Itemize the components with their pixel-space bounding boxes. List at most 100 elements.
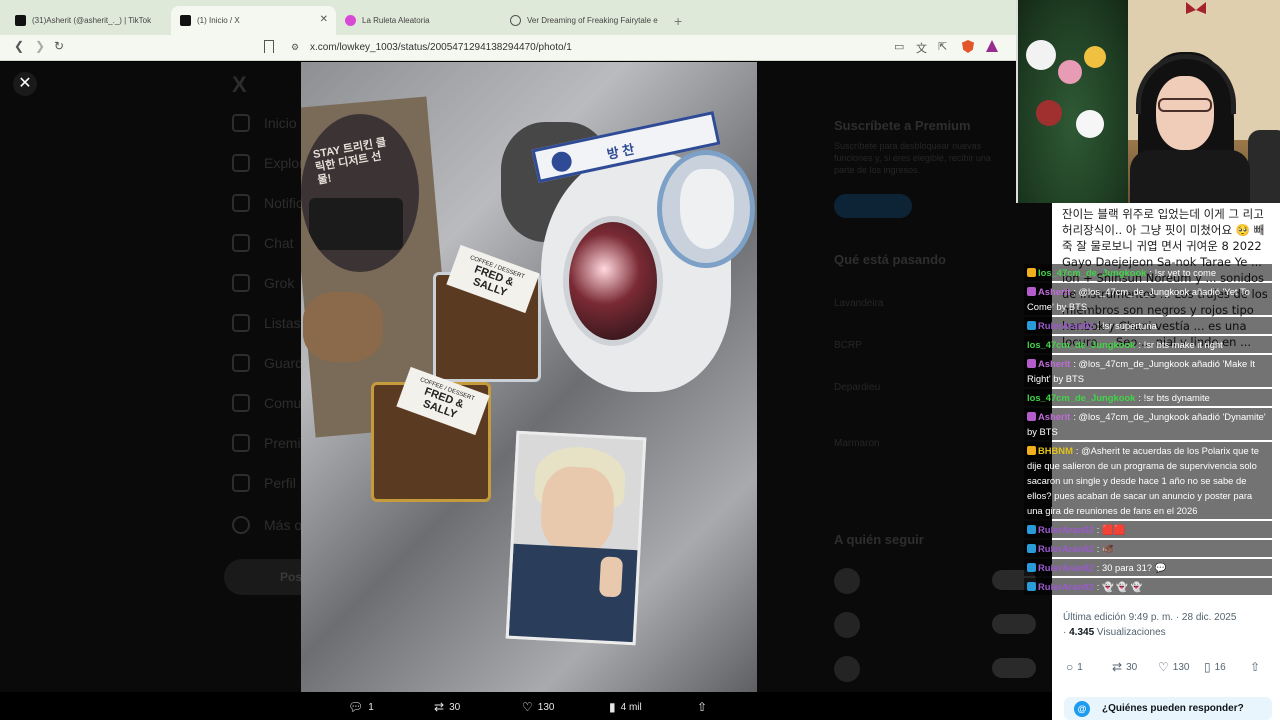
- address-bar[interactable]: x.com/lowkey_1003/status/200547129413829…: [310, 42, 572, 53]
- chat-user[interactable]: los_47cm_de_Jungkook: [1038, 267, 1146, 278]
- sidebar-item-label: Inicio: [264, 115, 297, 131]
- tweet-repost-button[interactable]: ⇄ 30: [1112, 660, 1137, 674]
- tab-dreaming[interactable]: Ver Dreaming of Freaking Fairytale e: [501, 6, 666, 35]
- badge-icon: [1027, 525, 1036, 534]
- avatar[interactable]: [834, 656, 860, 682]
- chat-user[interactable]: Asherit: [1038, 411, 1070, 422]
- sidebar-item-chat[interactable]: Chat: [232, 234, 294, 252]
- close-tab-icon[interactable]: ✕: [320, 14, 328, 25]
- badge-icon: [1027, 446, 1036, 455]
- reply-permission-banner[interactable]: @ ¿Quiénes pueden responder?: [1064, 697, 1272, 720]
- trending-title: Qué está pasando: [834, 252, 946, 267]
- sidebar-item-grok[interactable]: Grok: [232, 274, 294, 292]
- chat-user[interactable]: BHBNM: [1038, 445, 1073, 456]
- at-icon: @: [1074, 701, 1090, 717]
- bunny-icon: [680, 169, 734, 249]
- chat-text: : 🐗: [1096, 543, 1114, 554]
- mail-icon: [232, 234, 250, 252]
- tab-x-home[interactable]: (1) Inicio / X ✕: [171, 6, 336, 35]
- repost-button[interactable]: ⇄ 30: [434, 700, 460, 714]
- screen: (31)Asherit (@asherit_._) | TikTok (1) I…: [0, 0, 1280, 720]
- chat-text: : !sr bts make it right: [1138, 339, 1223, 350]
- chat-user[interactable]: los_47cm_de_Jungkook: [1027, 392, 1135, 403]
- nametag-text: 방 찬: [605, 141, 636, 162]
- brave-shield-icon[interactable]: [962, 40, 974, 53]
- chat-spacer: [1024, 206, 1272, 264]
- forward-icon[interactable]: ❯: [35, 39, 45, 53]
- share-icon: ⇧: [1250, 660, 1261, 674]
- chat-message: los_47cm_de_Jungkook: !sr bts make it ri…: [1024, 336, 1272, 353]
- site-info-icon[interactable]: ⚙: [291, 42, 299, 53]
- views-button[interactable]: ▮ 4 mil: [609, 700, 642, 714]
- trend-item[interactable]: Marmaron: [834, 438, 1004, 450]
- webcam-plush: [1084, 46, 1106, 68]
- tweet-share-button[interactable]: ⇧: [1250, 660, 1264, 674]
- trend-item[interactable]: Depardieu: [834, 382, 1004, 394]
- chat-user[interactable]: Asherit: [1038, 286, 1070, 297]
- chat-message: RulerAran02: 30 para 31? 💬: [1024, 559, 1272, 576]
- views-count: 4 mil: [620, 701, 642, 713]
- reload-icon[interactable]: ↻: [54, 39, 64, 53]
- chat-user[interactable]: los_47cm_de_Jungkook: [1027, 339, 1135, 350]
- avatar[interactable]: [834, 568, 860, 594]
- tweet-views-count: 4.345: [1069, 627, 1095, 638]
- chat-text: : 👻 👻 👻: [1096, 581, 1143, 592]
- bookmark-icon[interactable]: [264, 40, 274, 53]
- photo-bunny-patch: [657, 150, 755, 268]
- chat-text: : !sr bts dynamite: [1138, 392, 1210, 403]
- trend-item[interactable]: Lavandeira: [834, 298, 1004, 310]
- sidebar-item-inicio[interactable]: Inicio: [232, 114, 297, 132]
- premium-subscribe-button[interactable]: [834, 194, 912, 218]
- translate-icon[interactable]: 文: [916, 40, 927, 56]
- chat-user[interactable]: RulerAran02: [1038, 320, 1094, 331]
- webcam-plush: [1036, 100, 1062, 126]
- tweet-like-button[interactable]: ♡ 130: [1158, 660, 1189, 674]
- wheel-icon: [345, 15, 356, 26]
- tweet-reply-button[interactable]: ○ 1: [1066, 660, 1083, 674]
- tweet-bookmark-button[interactable]: ▯ 16: [1204, 660, 1226, 674]
- webcam-christmas-tree: [1018, 0, 1128, 203]
- repost-count: 30: [449, 701, 461, 713]
- tab-tiktok[interactable]: (31)Asherit (@asherit_._) | TikTok: [6, 6, 171, 35]
- photo-group-image: [309, 198, 403, 250]
- avatar[interactable]: [834, 612, 860, 638]
- photocard-hand: [598, 556, 624, 598]
- chat-message: RulerAran02: !sr supertuna: [1024, 317, 1272, 334]
- streamer-webcam: [1016, 0, 1280, 203]
- brave-rewards-icon[interactable]: [986, 40, 998, 52]
- like-button[interactable]: ♡ 130: [522, 700, 554, 714]
- back-icon[interactable]: ❮: [14, 39, 24, 53]
- follow-title: A quién seguir: [834, 532, 924, 547]
- chat-user[interactable]: RulerAran02: [1038, 524, 1094, 535]
- chat-user[interactable]: Asherit: [1038, 358, 1070, 369]
- share-button[interactable]: ⇧: [697, 700, 712, 714]
- photo-circle-sticker: STAY 트리킨 클릭한 디저트 선물!: [301, 114, 419, 272]
- share-icon[interactable]: ⇱: [938, 40, 947, 53]
- sidebar-item-perfil[interactable]: Perfil: [232, 474, 296, 492]
- browser-tab-bar: (31)Asherit (@asherit_._) | TikTok (1) I…: [0, 0, 1016, 35]
- chat-text: : 30 para 31? 💬: [1096, 562, 1167, 573]
- close-photo-button[interactable]: ✕: [13, 72, 37, 96]
- follow-button[interactable]: [992, 658, 1036, 678]
- premium-text: Suscríbete para desbloquear nuevas funci…: [834, 141, 991, 175]
- tweet-photo[interactable]: STAY 트리킨 클릭한 디저트 선물! COFFEE / DESSERT FRE…: [301, 62, 757, 692]
- reply-button[interactable]: 💬︎ 1: [348, 700, 374, 714]
- trend-item[interactable]: BCRP: [834, 340, 1004, 352]
- x-premium-icon: [232, 434, 250, 452]
- chat-user[interactable]: RulerAran02: [1038, 581, 1094, 592]
- x-logo[interactable]: X: [232, 72, 247, 98]
- stream-chat: los_47cm_de_Jungkook: !sr yet to come As…: [1024, 206, 1272, 618]
- chat-message: Asherit: @los_47cm_de_Jungkook añadió 'D…: [1024, 408, 1272, 440]
- chat-user[interactable]: RulerAran02: [1038, 562, 1094, 573]
- tab-ruleta[interactable]: La Ruleta Aleatoria: [336, 6, 501, 35]
- heart-icon: ♡: [1158, 660, 1169, 674]
- sidebar-item-listas[interactable]: Listas: [232, 314, 301, 332]
- photo-action-bar: 💬︎ 1 ⇄ 30 ♡ 130 ▮ 4 mil ⇧: [0, 692, 1052, 720]
- new-tab-button[interactable]: +: [666, 13, 690, 35]
- chat-user[interactable]: RulerAran02: [1038, 543, 1094, 554]
- chat-message: Asherit: @los_47cm_de_Jungkook añadió 'Y…: [1024, 283, 1272, 315]
- chat-text: : 🟥🟥: [1096, 524, 1126, 535]
- tab-label: (31)Asherit (@asherit_._) | TikTok: [32, 16, 152, 25]
- cast-icon[interactable]: ▭: [894, 40, 904, 53]
- tab-label: Ver Dreaming of Freaking Fairytale e: [527, 16, 658, 25]
